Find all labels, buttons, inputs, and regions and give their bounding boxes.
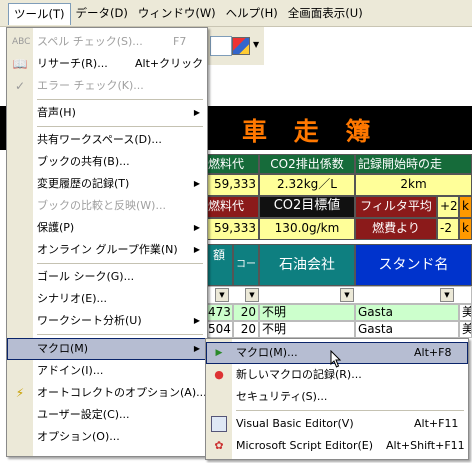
toolbar-options-icon[interactable]: ▼	[253, 40, 259, 52]
menu-item-shared-workspace[interactable]: 共有ワークスペース(D)...	[7, 129, 207, 151]
row-stand[interactable]: Gasta	[355, 321, 459, 338]
menu-separator	[37, 334, 203, 335]
menu-help[interactable]: ヘルプ(H)	[221, 3, 283, 23]
menu-item-online-collab[interactable]: オンライン グループ作業(N) ▶	[7, 239, 207, 261]
fuel-cost-label-2: 燃料代	[205, 196, 259, 218]
amount-header: 額	[205, 244, 233, 286]
co2-target-value[interactable]: 130.0g/km	[259, 218, 355, 240]
oil-company-header: 石油会社	[259, 244, 355, 286]
submenu-arrow-icon: ▶	[193, 245, 200, 254]
banner-title: 車 走 簿	[242, 117, 380, 146]
menu-item-compare-merge[interactable]: ブックの比較と反映(W)...	[7, 195, 207, 217]
fuel-cost-label: 燃料代	[205, 154, 259, 174]
vbe-icon	[211, 416, 227, 432]
filter-dropdown-icon[interactable]: ▼	[215, 288, 229, 302]
menu-window[interactable]: ウィンドウ(W)	[133, 3, 221, 23]
submenu-item-script-editor[interactable]: ✿ Microsoft Script Editor(E) Alt+Shift+F…	[206, 435, 468, 457]
menu-item-worksheet-audit[interactable]: ワークシート分析(U) ▶	[7, 310, 207, 332]
submenu-item-vbe[interactable]: Visual Basic Editor(V) Alt+F11	[206, 413, 468, 435]
submenu-arrow-icon: ▶	[193, 316, 200, 325]
record-start-label: 記録開始時の走	[355, 154, 472, 174]
co2-coef-value[interactable]: 2.32kg／L	[259, 174, 355, 196]
row-oil[interactable]: 不明	[259, 304, 355, 321]
menu-separator	[37, 126, 203, 127]
menu-data[interactable]: データ(D)	[71, 3, 133, 23]
stand-name-header: スタンド名	[355, 244, 472, 286]
chart-wizard-icon[interactable]	[232, 37, 250, 55]
menu-tools[interactable]: ツール(T)	[8, 2, 71, 25]
row-oil[interactable]: 不明	[259, 321, 355, 338]
record-icon: ●	[214, 368, 224, 381]
submenu-arrow-icon: ▶	[193, 108, 200, 117]
play-icon: ▶	[215, 348, 223, 358]
tools-menu: ABC スペル チェック(S)... F7 📖 リサーチ(R)... Alt+ク…	[6, 27, 208, 457]
menu-item-scenario[interactable]: シナリオ(E)...	[7, 288, 207, 310]
submenu-item-security[interactable]: セキュリティ(S)...	[206, 386, 468, 408]
row-stand[interactable]: Gasta	[355, 304, 459, 321]
submenu-arrow-icon: ▶	[193, 179, 200, 188]
filter-dropdown-icon[interactable]: ▼	[245, 288, 259, 302]
filter-dropdown-icon[interactable]: ▼	[440, 288, 454, 302]
menu-item-addins[interactable]: アドイン(I)...	[7, 360, 207, 382]
menu-item-share-book[interactable]: ブックの共有(B)...	[7, 151, 207, 173]
menu-item-autocorrect[interactable]: ⚡ オートコレクトのオプション(A)...	[7, 382, 207, 404]
fuel-cost-value[interactable]: 59,333	[205, 174, 259, 196]
row-code[interactable]: 20	[233, 321, 259, 338]
row-extra[interactable]: 美	[459, 304, 472, 321]
spell-check-icon: ABC	[12, 37, 31, 47]
filter-avg-label: フィルタ平均	[355, 196, 437, 218]
menu-item-goal-seek[interactable]: ゴール シーク(G)...	[7, 266, 207, 288]
co2-coef-label: CO2排出係数	[259, 154, 355, 174]
menu-fullscreen[interactable]: 全画面表示(U)	[283, 3, 368, 23]
menu-item-macro[interactable]: マクロ(M) ▶	[7, 338, 207, 360]
menu-item-research[interactable]: 📖 リサーチ(R)... Alt+クリック	[7, 53, 207, 75]
row-code[interactable]: 20	[233, 304, 259, 321]
research-icon: 📖	[12, 57, 28, 71]
autocorrect-icon: ⚡	[15, 386, 25, 400]
menu-item-track-changes[interactable]: 変更履歴の記録(T) ▶	[7, 173, 207, 195]
plus-value[interactable]: +2	[437, 196, 459, 218]
fuel-cost-value-2[interactable]: 59,333	[205, 218, 259, 240]
menu-item-spell-check[interactable]: ABC スペル チェック(S)... F7	[7, 31, 207, 53]
menu-separator	[37, 263, 203, 264]
error-check-icon: ✓	[14, 79, 26, 93]
submenu-arrow-icon: ▶	[193, 223, 200, 232]
menu-item-error-check[interactable]: ✓ エラー チェック(K)...	[7, 75, 207, 97]
record-start-value[interactable]: 2km	[355, 174, 472, 196]
k-unit: k	[459, 196, 472, 218]
mouse-cursor-icon	[330, 350, 342, 368]
filter-dropdown-icon[interactable]: ▼	[340, 288, 354, 302]
minus-value[interactable]: -2	[437, 218, 459, 240]
row-amount[interactable]: 504	[205, 321, 233, 338]
menu-item-options[interactable]: オプション(O)...	[7, 426, 207, 448]
menu-item-customize[interactable]: ユーザー設定(C)...	[7, 404, 207, 426]
menu-bar: ツール(T) データ(D) ウィンドウ(W) ヘルプ(H) 全画面表示(U)	[0, 0, 472, 27]
row-amount[interactable]: 473	[205, 304, 233, 321]
submenu-separator	[236, 410, 464, 411]
script-editor-icon: ✿	[214, 439, 224, 452]
row-extra[interactable]: 美	[459, 321, 472, 338]
menu-item-speech[interactable]: 音声(H) ▶	[7, 102, 207, 124]
menu-item-protection[interactable]: 保護(P) ▶	[7, 217, 207, 239]
co2-target-label: CO2目標値	[259, 196, 355, 218]
toolbar-combo[interactable]	[210, 36, 232, 56]
k-unit-2: k	[459, 218, 472, 240]
code-header: コード	[233, 244, 259, 286]
submenu-arrow-icon: ▶	[193, 344, 200, 353]
menu-separator	[37, 99, 203, 100]
fuel-efficiency-label: 燃費より	[355, 218, 437, 240]
